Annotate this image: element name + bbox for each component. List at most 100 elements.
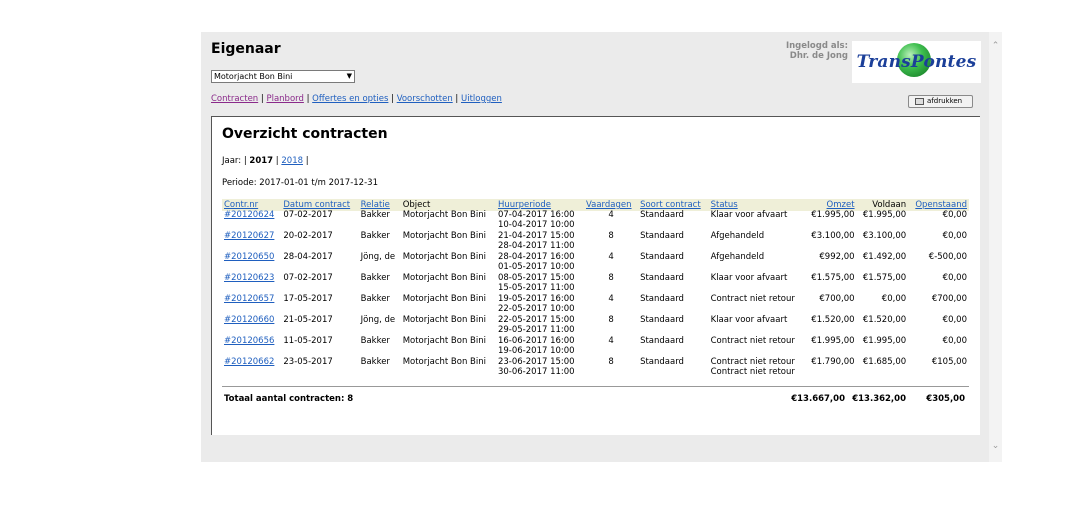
outstanding: €0,00 xyxy=(942,210,967,220)
contract-link[interactable]: #20120627 xyxy=(224,231,274,241)
page-title: Eigenaar xyxy=(211,41,281,57)
table-row: #20120656 11-05-2017 Bakker Motorjacht Bon … xyxy=(222,336,969,358)
contract-type: Standaard xyxy=(640,294,684,304)
contract-link[interactable]: #20120662 xyxy=(224,357,274,367)
col-vaardagen[interactable]: Vaardagen xyxy=(586,200,632,210)
year-current: 2017 xyxy=(249,156,274,166)
logo-text: TransPontes xyxy=(856,52,977,72)
contracts-panel: Overzicht contracten Jaar: | 2017 | 2018… xyxy=(211,116,980,435)
contract-date: 11-05-2017 xyxy=(283,336,333,346)
nav-uitloggen[interactable]: Uitloggen xyxy=(461,94,502,104)
contract-status: Klaar voor afvaart xyxy=(710,273,788,283)
totals-openstaand: €305,00 xyxy=(926,394,965,404)
login-user: Dhr. de Jong xyxy=(789,51,848,61)
col-datum[interactable]: Datum contract xyxy=(283,200,350,210)
contract-date: 28-04-2017 xyxy=(283,252,333,262)
contract-status: Klaar voor afvaart xyxy=(710,210,788,220)
object-select[interactable]: Motorjacht Bon Bini ▼ xyxy=(211,70,355,83)
object-select-value: Motorjacht Bon Bini xyxy=(214,72,293,81)
rental-end: 15-05-2017 11:00 xyxy=(497,282,575,293)
nav-voorschotten[interactable]: Voorschotten xyxy=(397,94,453,104)
transpontes-logo: TransPontes xyxy=(852,41,981,83)
paid: €1.995,00 xyxy=(862,336,907,346)
contract-date: 07-02-2017 xyxy=(283,273,333,283)
page-container: Eigenaar Motorjacht Bon Bini ▼ Ingelogd … xyxy=(201,32,990,462)
nav-separator: | xyxy=(455,94,459,104)
col-openstaand[interactable]: Openstaand xyxy=(915,200,967,210)
paid: €3.100,00 xyxy=(862,231,907,241)
table-row: #20120660 21-05-2017 Jöng, de Motorjacht Bo… xyxy=(222,315,969,337)
sailing-days: 8 xyxy=(608,357,614,367)
main-nav: Contracten | Planbord | Offertes en opti… xyxy=(211,94,502,104)
revenue: €1.995,00 xyxy=(811,336,855,346)
rental-end: 29-05-2017 11:00 xyxy=(497,324,575,335)
paid: €1.995,00 xyxy=(862,210,907,220)
contract-status: Contract niet retour xyxy=(710,294,795,304)
sailing-days: 8 xyxy=(608,273,614,283)
nav-separator: | xyxy=(391,94,394,104)
contract-date: 07-02-2017 xyxy=(283,210,333,220)
sailing-days: 8 xyxy=(608,231,614,241)
contract-status: Afgehandeld xyxy=(710,252,765,262)
contract-link[interactable]: #20120650 xyxy=(224,252,274,262)
contract-status: Klaar voor afvaart xyxy=(710,315,788,325)
contract-type: Standaard xyxy=(640,252,684,262)
nav-contracten[interactable]: Contracten xyxy=(211,94,258,104)
sailing-days: 4 xyxy=(608,210,614,220)
totals-voldaan: €13.362,00 xyxy=(852,394,906,404)
contract-link[interactable]: #20120656 xyxy=(224,336,274,346)
col-omzet[interactable]: Omzet xyxy=(827,200,855,210)
paid: €1.520,00 xyxy=(862,315,907,325)
outstanding: €-500,00 xyxy=(928,252,967,262)
table-row: #20120627 20-02-2017 Bakker Motorjacht Bon … xyxy=(222,231,969,253)
table-row: #20120650 28-04-2017 Jöng, de Motorjacht Bo… xyxy=(222,252,969,274)
col-soort[interactable]: Soort contract xyxy=(640,200,701,210)
contract-link[interactable]: #20120660 xyxy=(224,315,274,325)
vertical-scrollbar[interactable]: ⌃ ⌄ xyxy=(989,32,1002,462)
contract-link[interactable]: #20120624 xyxy=(224,210,274,220)
object-name: Motorjacht Bon Bini xyxy=(402,252,486,262)
contract-link[interactable]: #20120623 xyxy=(224,273,274,283)
paid: €0,00 xyxy=(881,294,907,304)
sailing-days: 4 xyxy=(608,294,614,304)
relation-name: Bakker xyxy=(360,210,390,220)
col-contrnr[interactable]: Contr.nr xyxy=(224,200,258,210)
col-voldaan: Voldaan xyxy=(872,200,907,210)
period-text: Periode: 2017-01-01 t/m 2017-12-31 xyxy=(222,178,378,188)
nav-separator: | xyxy=(260,94,264,104)
object-name: Motorjacht Bon Bini xyxy=(402,336,486,346)
contract-link[interactable]: #20120657 xyxy=(224,294,274,304)
relation-name: Bakker xyxy=(360,273,390,283)
totals-label: Totaal aantal contracten: 8 xyxy=(224,394,354,404)
outstanding: €0,00 xyxy=(942,273,967,283)
scroll-up-icon[interactable]: ⌃ xyxy=(989,40,1002,52)
year-link-2018[interactable]: 2018 xyxy=(281,156,303,166)
totals-omzet: €13.667,00 xyxy=(791,394,845,404)
relation-name: Jöng, de xyxy=(360,315,396,325)
contracts-table: Contr.nr Datum contract Relatie Object H… xyxy=(222,199,969,379)
col-huurperiode[interactable]: Huurperiode xyxy=(498,200,551,210)
rental-end: 28-04-2017 11:00 xyxy=(497,240,575,251)
overview-heading: Overzicht contracten xyxy=(222,126,388,142)
revenue: €700,00 xyxy=(819,294,855,304)
nav-planbord[interactable]: Planbord xyxy=(266,94,303,104)
object-name: Motorjacht Bon Bini xyxy=(402,273,486,283)
object-name: Motorjacht Bon Bini xyxy=(402,315,486,325)
nav-offertes[interactable]: Offertes en opties xyxy=(312,94,388,104)
col-relatie[interactable]: Relatie xyxy=(361,200,390,210)
col-status[interactable]: Status xyxy=(711,200,738,210)
table-row: #20120657 17-05-2017 Bakker Motorjacht Bon … xyxy=(222,294,969,316)
col-object: Object xyxy=(402,200,431,210)
login-label: Ingelogd als: xyxy=(785,41,848,51)
scroll-down-icon[interactable]: ⌄ xyxy=(989,440,1002,452)
contract-type: Standaard xyxy=(640,315,684,325)
revenue: €1.995,00 xyxy=(811,210,855,220)
print-button[interactable]: afdrukken xyxy=(908,95,973,108)
nav-separator: | xyxy=(306,94,310,104)
outstanding: €0,00 xyxy=(942,315,967,325)
object-name: Motorjacht Bon Bini xyxy=(402,294,486,304)
contract-date: 20-02-2017 xyxy=(283,231,333,241)
login-info: Ingelogd als: Dhr. de Jong xyxy=(786,41,848,61)
printer-icon xyxy=(915,98,924,105)
sailing-days: 4 xyxy=(608,252,614,262)
